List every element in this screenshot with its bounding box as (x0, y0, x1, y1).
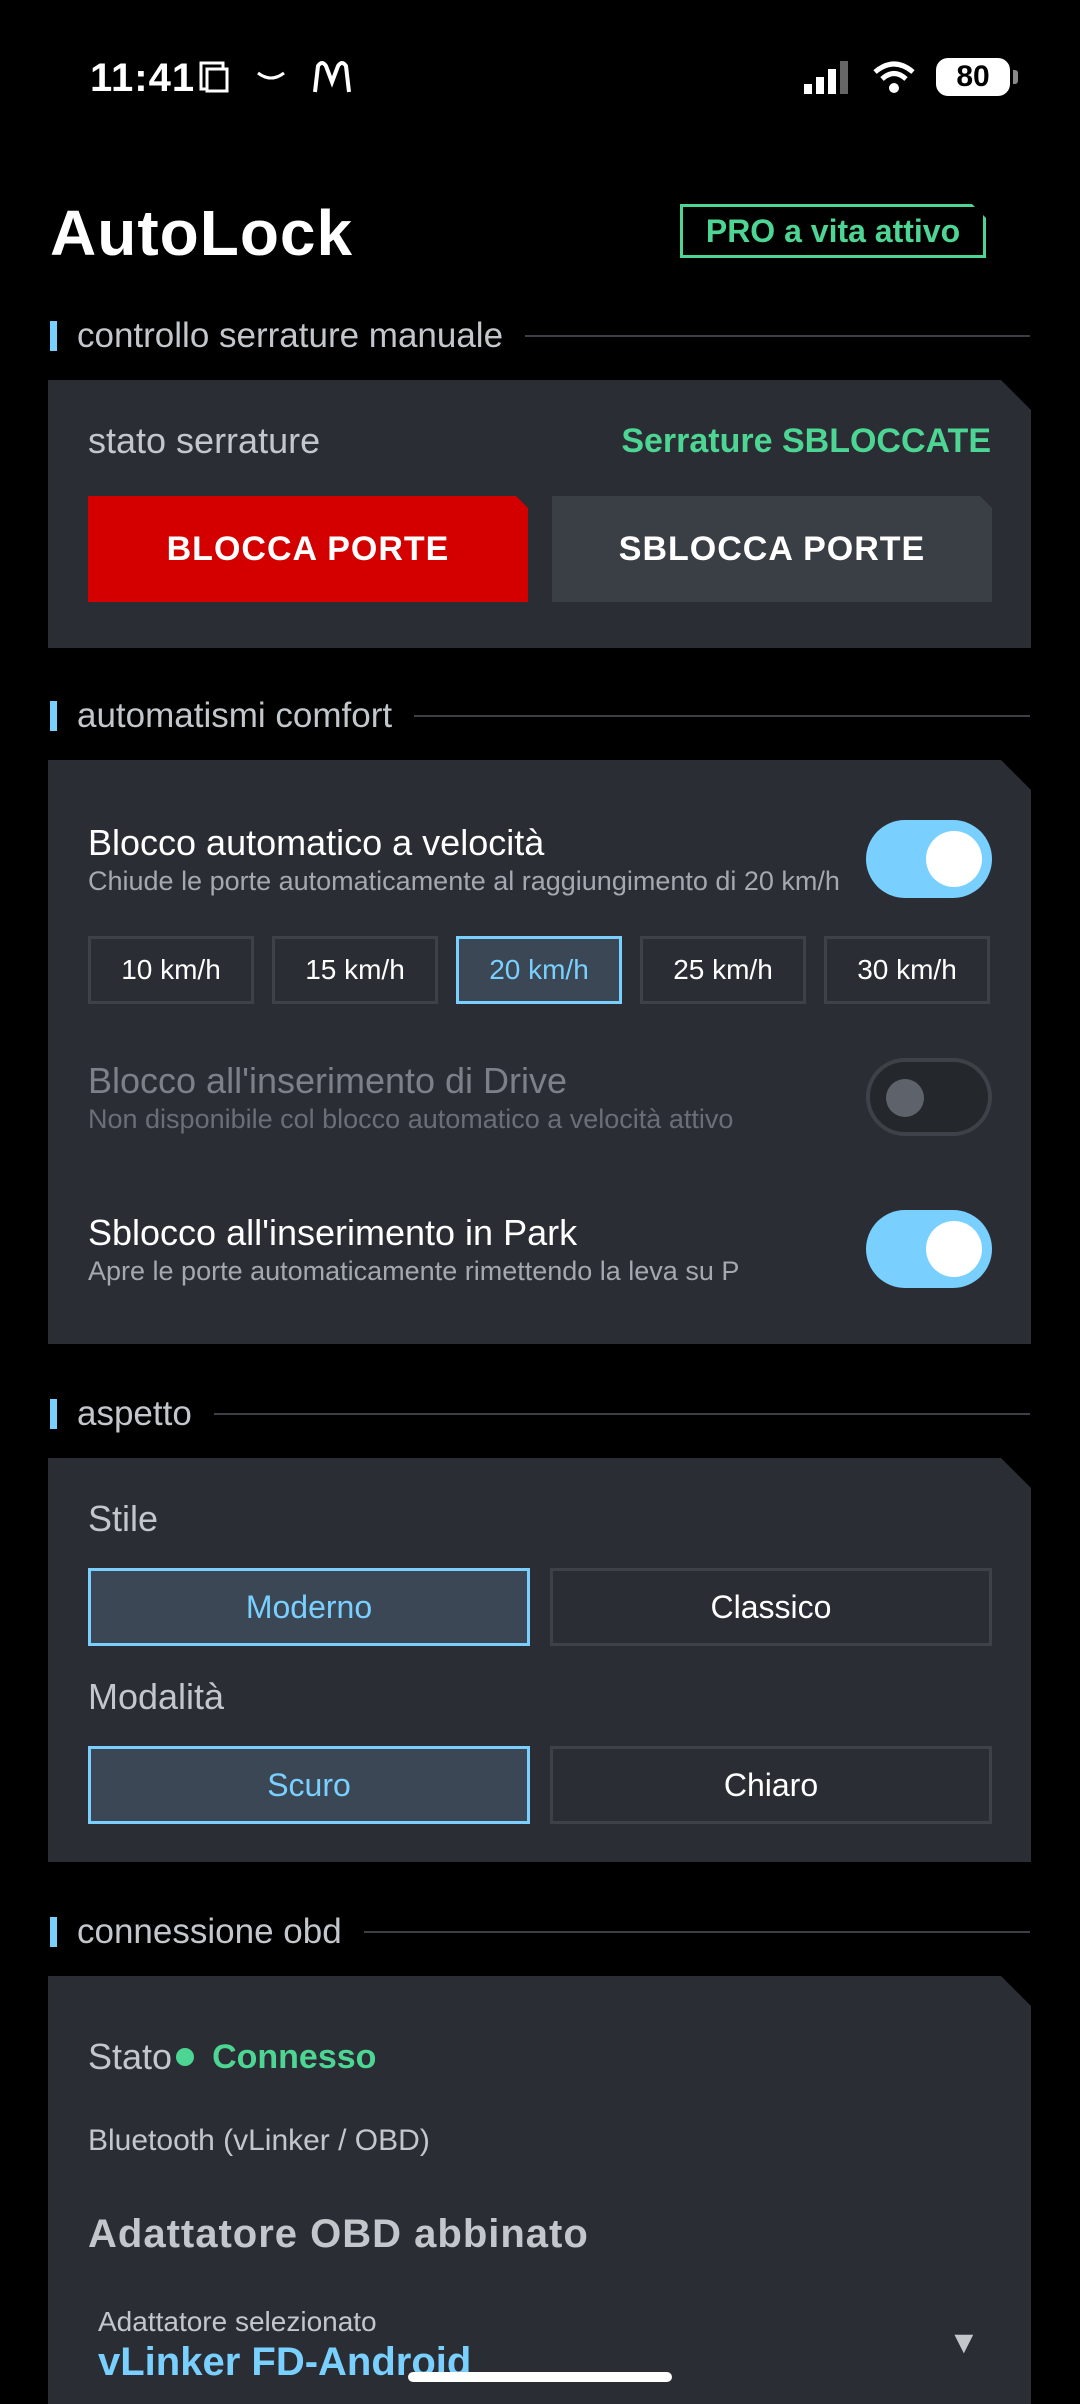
section-header-manual: controllo serrature manuale (50, 316, 1030, 356)
section-title: aspetto (77, 1394, 192, 1433)
style-label: Stile (88, 1498, 159, 1539)
section-divider (525, 335, 1030, 337)
mcdonalds-notification-icon (313, 61, 351, 93)
battery-icon: 80 (936, 58, 1018, 96)
drive-lock-title: Blocco all'inserimento di Drive (88, 1060, 568, 1101)
amazon-notification-icon (257, 71, 285, 80)
unlock-doors-button[interactable]: SBLOCCA PORTE (552, 496, 992, 602)
section-title: connessione obd (77, 1912, 342, 1951)
wifi-icon (873, 61, 915, 93)
battery-level: 80 (956, 60, 990, 93)
speed-option-15[interactable]: 15 km/h (272, 936, 438, 1004)
mode-option-scuro[interactable]: Scuro (88, 1746, 530, 1824)
section-divider (213, 1413, 1030, 1415)
status-bar: 11:41 80 (0, 0, 1080, 160)
app-title: AutoLock (50, 197, 354, 269)
obd-status-value: Connesso (212, 2037, 377, 2076)
connected-dot-icon (176, 2048, 194, 2066)
obd-status-row: Stato Connesso (88, 2036, 376, 2078)
obd-card: Stato Connesso Bluetooth (vLinker / OBD)… (48, 1976, 1031, 2404)
speed-lock-subtitle: Chiude le porte automaticamente al raggi… (88, 866, 840, 896)
section-divider (363, 1931, 1030, 1933)
lock-status-value: Serrature SBLOCCATE (621, 422, 991, 460)
drive-lock-subtitle: Non disponibile col blocco automatico a … (88, 1104, 734, 1134)
section-header-comfort: automatismi comfort (50, 696, 1030, 736)
park-unlock-title: Sblocco all'inserimento in Park (88, 1212, 578, 1253)
mode-option-chiaro[interactable]: Chiaro (550, 1746, 992, 1824)
signal-icon (804, 61, 848, 94)
pro-badge[interactable]: PRO a vita attivo (680, 204, 986, 258)
appearance-card: Stile Moderno Classico Modalità Scuro Ch… (48, 1458, 1031, 1862)
obd-status-label: Stato (88, 2036, 173, 2077)
speed-lock-toggle[interactable] (866, 820, 992, 898)
home-indicator[interactable] (408, 2372, 672, 2382)
section-header-appearance: aspetto (50, 1394, 1030, 1434)
speed-option-20[interactable]: 20 km/h (456, 936, 622, 1004)
toggle-knob (886, 1079, 924, 1117)
speed-option-10[interactable]: 10 km/h (88, 936, 254, 1004)
section-accent-bar (50, 701, 57, 731)
style-option-classico[interactable]: Classico (550, 1568, 992, 1646)
adapter-select-label: Adattatore selezionato (98, 2306, 377, 2337)
system-icons: 80 (802, 58, 1018, 96)
speed-option-30[interactable]: 30 km/h (824, 936, 990, 1004)
status-time: 11:41 (90, 56, 196, 100)
comfort-card: Blocco automatico a velocità Chiude le p… (48, 760, 1031, 1344)
park-unlock-toggle[interactable] (866, 1210, 992, 1288)
copy-notification-icon (199, 61, 229, 93)
mode-label: Modalità (88, 1676, 225, 1717)
speed-option-25[interactable]: 25 km/h (640, 936, 806, 1004)
lock-status-label: stato serrature (88, 420, 321, 461)
section-title: controllo serrature manuale (77, 316, 504, 355)
park-unlock-subtitle: Apre le porte automaticamente rimettendo… (88, 1256, 740, 1286)
style-option-moderno[interactable]: Moderno (88, 1568, 530, 1646)
drive-lock-toggle[interactable] (866, 1058, 992, 1136)
notification-icons (198, 60, 352, 94)
manual-lock-card: stato serrature Serrature SBLOCCATE BLOC… (48, 380, 1031, 648)
speed-lock-title: Blocco automatico a velocità (88, 822, 545, 863)
obd-connection-type: Bluetooth (vLinker / OBD) (88, 2124, 430, 2157)
toggle-knob (926, 1221, 982, 1277)
obd-adapter-heading: Adattatore OBD abbinato (88, 2212, 589, 2256)
section-accent-bar (50, 321, 57, 351)
section-divider (414, 715, 1030, 717)
section-accent-bar (50, 1917, 57, 1947)
section-header-obd: connessione obd (50, 1912, 1030, 1952)
section-title: automatismi comfort (77, 696, 393, 735)
toggle-knob (926, 831, 982, 887)
section-accent-bar (50, 1399, 57, 1429)
lock-doors-button[interactable]: BLOCCA PORTE (88, 496, 528, 602)
dropdown-arrow-icon[interactable]: ▼ (948, 2324, 980, 2361)
